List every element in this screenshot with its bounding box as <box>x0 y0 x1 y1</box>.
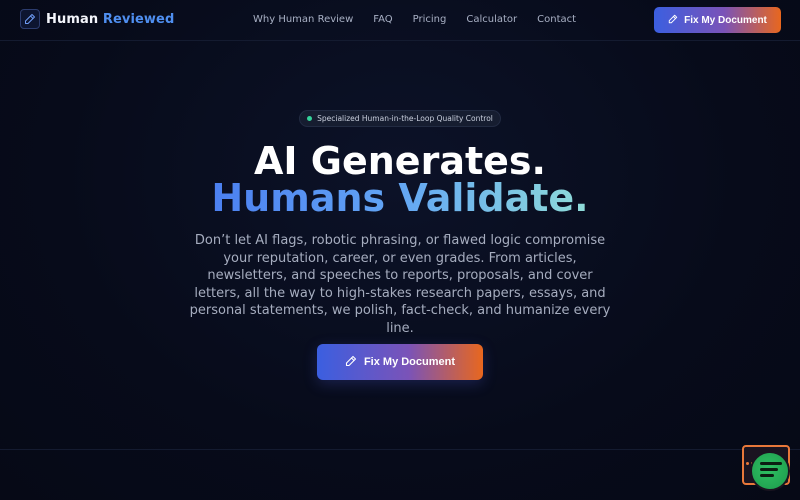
header-cta-label: Fix My Document <box>684 14 767 26</box>
nav-item-calculator[interactable]: Calculator <box>466 14 517 25</box>
widget-lines <box>760 462 782 480</box>
nav-item-faq[interactable]: FAQ <box>373 14 392 25</box>
hero-cta-label: Fix My Document <box>363 356 456 368</box>
logo[interactable]: Human Reviewed <box>20 9 174 29</box>
brand-name: Human Reviewed <box>46 12 174 27</box>
main-nav: Why Human Review FAQ Pricing Calculator … <box>253 14 596 25</box>
pen-logo-icon <box>20 9 40 29</box>
hero-title-line2-text: Humans Validate. <box>211 176 589 220</box>
pen-icon <box>668 14 678 27</box>
hero-fix-document-button[interactable]: Fix My Document <box>317 344 483 380</box>
header-fix-document-button[interactable]: Fix My Document <box>654 7 781 33</box>
nav-item-why-human-review[interactable]: Why Human Review <box>253 14 353 25</box>
hero-title-line1: AI Generates. <box>254 139 546 183</box>
chat-widget-icon[interactable] <box>742 445 790 491</box>
site-header: Human Reviewed Why Human Review FAQ Pric… <box>0 0 800 41</box>
section-divider <box>0 449 800 450</box>
hero-title-line2: Humans Validate. <box>0 178 800 218</box>
page: Human Reviewed Why Human Review FAQ Pric… <box>0 0 800 500</box>
hero-badge: Specialized Human-in-the-Loop Quality Co… <box>299 110 501 127</box>
hero-description: Don’t let AI flags, robotic phrasing, or… <box>189 233 611 336</box>
brand-name-part1: Human <box>46 11 99 27</box>
nav-item-contact[interactable]: Contact <box>537 14 576 25</box>
brand-name-part2: Reviewed <box>102 11 175 27</box>
pen-icon <box>345 355 357 370</box>
nav-item-pricing[interactable]: Pricing <box>413 14 447 25</box>
hero-badge-text: Specialized Human-in-the-Loop Quality Co… <box>317 114 493 123</box>
status-dot-icon <box>307 116 313 121</box>
